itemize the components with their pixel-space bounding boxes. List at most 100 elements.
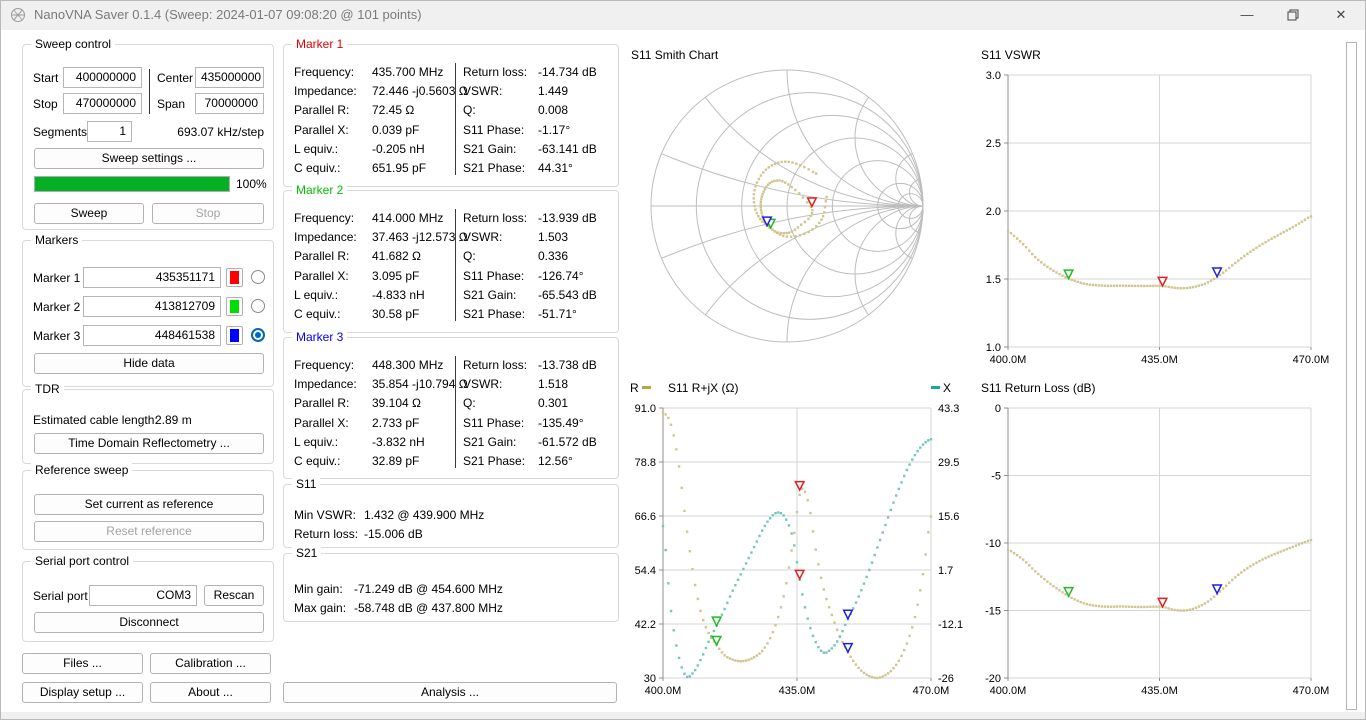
set-reference-button[interactable]: Set current as reference: [34, 494, 264, 515]
x-tick-label: 400.0M: [990, 354, 1027, 366]
marker-detail-value: 35.854 -j10.794 Ω: [372, 377, 468, 392]
marker3-color-button[interactable]: [226, 326, 243, 345]
marker1-details-title: Marker 1: [292, 37, 347, 52]
reference-sweep-title: Reference sweep: [31, 463, 132, 478]
y-tick-label: -5: [991, 471, 1001, 483]
tdr-button[interactable]: Time Domain Reflectometry ...: [34, 433, 264, 454]
restore-icon: [1287, 9, 1299, 21]
marker2-label: Marker 2: [33, 300, 80, 315]
step-info: 693.07 kHz/step: [152, 125, 264, 140]
serial-port-input[interactable]: COM3: [89, 585, 197, 606]
marker-detail-label: S21 Phase:: [463, 307, 525, 322]
marker-detail-value: -14.734 dB: [538, 65, 597, 80]
marker-detail-label: Return loss:: [463, 211, 527, 226]
stop-input[interactable]: 470000000: [63, 93, 142, 114]
marker3-frequency-input[interactable]: 448461538: [83, 325, 221, 346]
s21-max-gain-value: -58.748 dB @ 437.800 MHz: [354, 601, 503, 616]
vswr-chart[interactable]: 3.02.52.01.51.0400.0M435.0M470.0M: [975, 42, 1355, 372]
about-button[interactable]: About ...: [150, 682, 271, 703]
sweep-control-title: Sweep control: [31, 37, 115, 52]
marker-detail-value: 1.518: [538, 377, 568, 392]
marker-detail-value: 32.89 pF: [372, 454, 419, 469]
sweep-button[interactable]: Sweep: [34, 203, 144, 224]
rescan-button[interactable]: Rescan: [204, 585, 264, 606]
marker-detail-value: 72.446 -j0.5603 Ω: [372, 84, 468, 99]
marker-details-divider: [455, 63, 456, 175]
segments-input[interactable]: 1: [87, 121, 132, 142]
x-tick-label: 400.0M: [645, 685, 682, 697]
marker-detail-label: Frequency:: [294, 65, 354, 80]
reference-sweep-group: Reference sweep Set current as reference…: [22, 470, 274, 550]
s21-info-group: S21 Min gain: -71.249 dB @ 454.600 MHz M…: [283, 553, 619, 622]
marker-detail-label: Parallel R:: [294, 396, 349, 411]
marker-detail-label: Impedance:: [294, 377, 357, 392]
y-tick-label: 1.0: [986, 342, 1001, 354]
smith-chart[interactable]: [625, 42, 955, 372]
marker-detail-label: VSWR:: [463, 84, 502, 99]
s21-min-gain-value: -71.249 dB @ 454.600 MHz: [354, 582, 503, 597]
progress-percent: 100%: [236, 177, 267, 192]
y-tick-label: 3.0: [986, 70, 1001, 82]
app-icon: [10, 7, 26, 23]
marker-detail-label: C equiv.:: [294, 161, 340, 176]
tdr-group: TDR Estimated cable length: 2.89 m Time …: [22, 389, 274, 464]
marker2-select-radio[interactable]: [251, 299, 265, 313]
calibration-button[interactable]: Calibration ...: [150, 653, 271, 674]
x-tick-label: 435.0M: [779, 685, 816, 697]
sweep-settings-button[interactable]: Sweep settings ...: [34, 148, 264, 169]
marker-detail-value: 0.336: [538, 249, 568, 264]
marker1-label: Marker 1: [33, 271, 80, 286]
start-input[interactable]: 400000000: [63, 67, 142, 88]
marker-detail-label: S11 Phase:: [463, 123, 524, 138]
x-tick-label: 435.0M: [1141, 354, 1178, 366]
marker1-select-radio[interactable]: [251, 270, 265, 284]
marker-detail-value: 0.301: [538, 396, 568, 411]
marker-detail-label: L equiv.:: [294, 288, 338, 303]
marker3-select-radio[interactable]: [251, 328, 265, 342]
stop-label: Stop: [33, 97, 58, 112]
marker3-details-title: Marker 3: [292, 330, 347, 345]
marker-detail-value: -63.141 dB: [538, 142, 597, 157]
markers-group: Markers Hide data Marker 1435351171Marke…: [22, 240, 274, 387]
y-tick-label-right: 15.6: [938, 511, 959, 523]
files-button[interactable]: Files ...: [22, 653, 143, 674]
marker-detail-label: Frequency:: [294, 358, 354, 373]
marker1-color-button[interactable]: [226, 268, 243, 287]
marker-detail-value: 651.95 pF: [372, 161, 426, 176]
marker-details-divider: [455, 209, 456, 321]
close-button[interactable]: ✕: [1316, 0, 1366, 30]
marker-detail-label: Return loss:: [463, 358, 527, 373]
serial-port-group: Serial port control Serial port COM3 Res…: [22, 561, 274, 642]
marker-detail-value: 448.300 MHz: [372, 358, 443, 373]
marker-detail-value: 37.463 -j12.573 Ω: [372, 230, 468, 245]
y-tick-label-right: 29.5: [938, 457, 959, 469]
y-tick-label: 91.0: [635, 403, 656, 415]
y-tick-label: 0: [995, 403, 1001, 415]
marker-detail-label: C equiv.:: [294, 307, 340, 322]
marker2-frequency-input[interactable]: 413812709: [83, 296, 221, 317]
marker-detail-label: VSWR:: [463, 230, 502, 245]
x-tick-label: 435.0M: [1141, 685, 1178, 697]
s21-max-gain-label: Max gain:: [294, 601, 346, 616]
display-setup-button[interactable]: Display setup ...: [22, 682, 143, 703]
disconnect-button[interactable]: Disconnect: [34, 612, 264, 633]
marker-detail-value: 414.000 MHz: [372, 211, 443, 226]
marker-detail-value: -61.572 dB: [538, 435, 597, 450]
hide-data-button[interactable]: Hide data: [34, 353, 264, 374]
span-input[interactable]: 70000000: [195, 93, 264, 114]
return-loss-chart[interactable]: 0-5-10-15-20400.0M435.0M470.0M: [975, 375, 1355, 710]
marker2-color-button[interactable]: [226, 297, 243, 316]
marker1-frequency-input[interactable]: 435351171: [83, 267, 221, 288]
center-input[interactable]: 435000000: [195, 67, 264, 88]
y-tick-label: 42.2: [635, 619, 656, 631]
marker-detail-value: 435.700 MHz: [372, 65, 443, 80]
stop-button: Stop: [152, 203, 264, 224]
restore-button[interactable]: [1270, 0, 1316, 30]
marker1-color-swatch: [230, 271, 239, 284]
s11-min-vswr-value: 1.432 @ 439.900 MHz: [364, 508, 484, 523]
marker-detail-value: 30.58 pF: [372, 307, 419, 322]
minimize-button[interactable]: —: [1224, 0, 1270, 30]
r-plus-jx-chart[interactable]: 91.078.866.654.442.23043.329.515.61.7-12…: [625, 375, 970, 710]
analysis-button[interactable]: Analysis ...: [283, 682, 617, 703]
marker-details-divider: [455, 356, 456, 468]
